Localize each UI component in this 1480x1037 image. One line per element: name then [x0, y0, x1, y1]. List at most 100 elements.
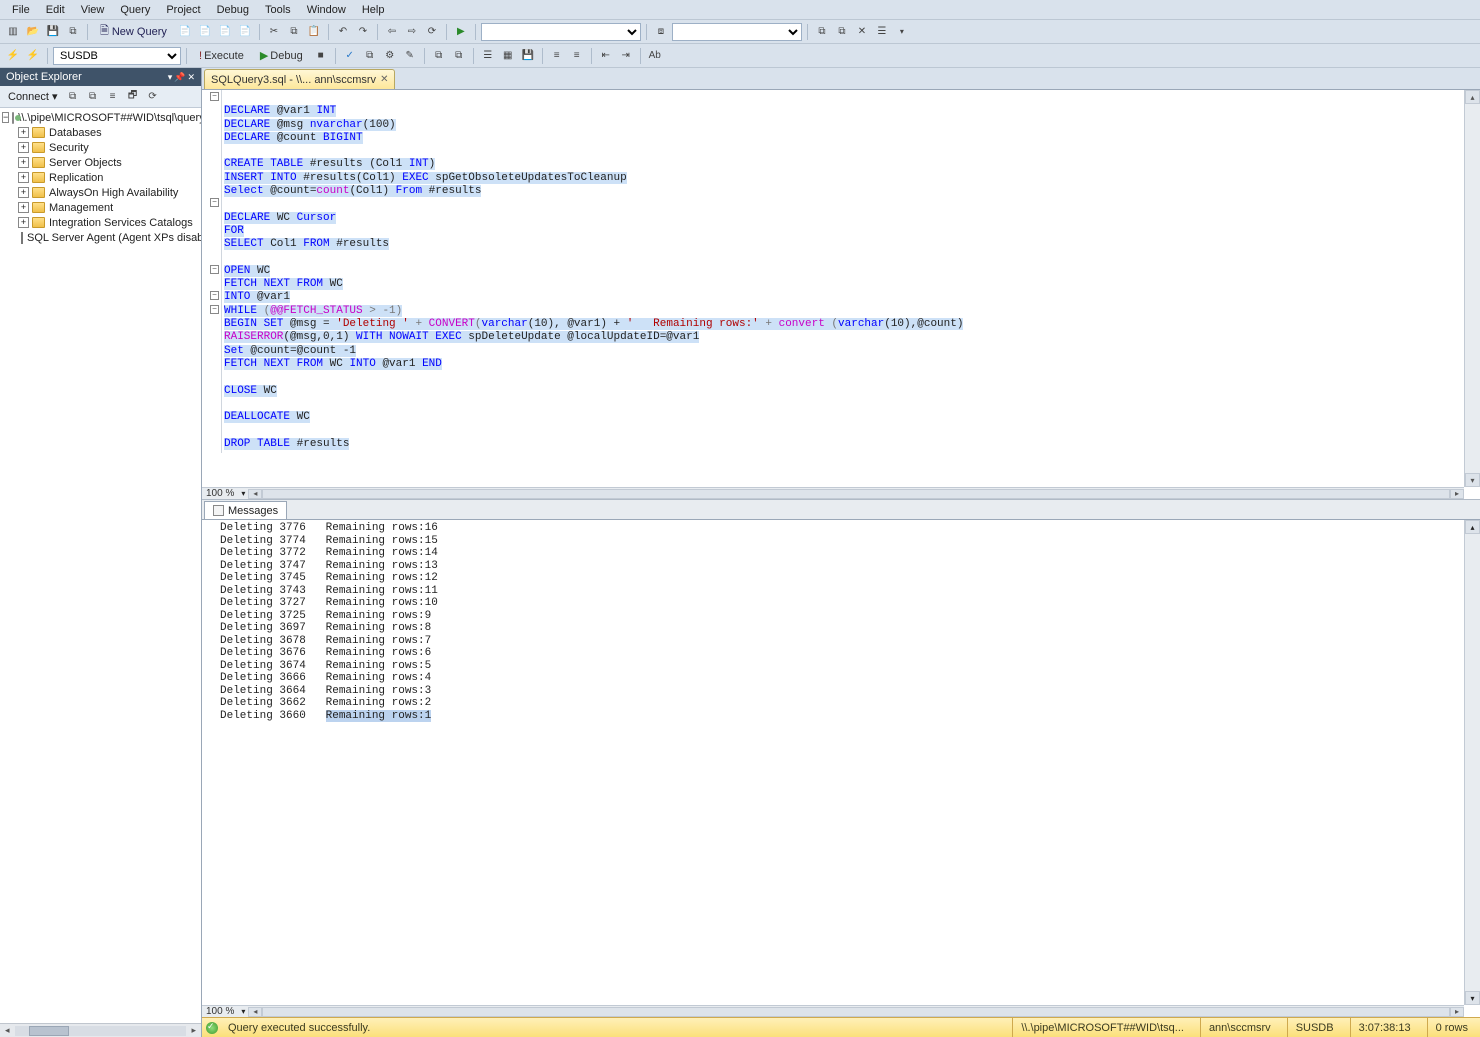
debug-button[interactable]: ▶ Debug [253, 47, 310, 65]
editor-vscrollbar[interactable]: ▴ ▾ [1464, 90, 1480, 487]
expand-icon[interactable]: + [18, 187, 29, 198]
menu-project[interactable]: Project [158, 2, 208, 18]
object-explorer-icon[interactable]: ⧉ [833, 23, 851, 41]
new-project-icon[interactable]: ▥ [4, 23, 22, 41]
filter-icon[interactable]: ≡ [104, 88, 122, 106]
open-icon[interactable]: 📂 [24, 23, 42, 41]
activity-monitor-icon[interactable]: ⧈ [652, 23, 670, 41]
toolbox-icon[interactable]: ▾ [893, 23, 911, 41]
menu-file[interactable]: File [4, 2, 38, 18]
registered-servers-icon[interactable]: ⧉ [813, 23, 831, 41]
comment-icon[interactable]: ≡ [548, 47, 566, 65]
parse-icon[interactable]: ✓ [341, 47, 359, 65]
tree-databases[interactable]: + Databases [0, 125, 201, 140]
expand-icon[interactable]: + [18, 127, 29, 138]
open-file2-icon[interactable]: 📄 [196, 23, 214, 41]
scroll-right-icon[interactable]: ▸ [1450, 489, 1464, 499]
increase-indent-icon[interactable]: ⇥ [617, 47, 635, 65]
menu-edit[interactable]: Edit [38, 2, 73, 18]
open-file3-icon[interactable]: 📄 [216, 23, 234, 41]
change-connection-icon[interactable]: ⚡ [24, 47, 42, 65]
fold-icon[interactable]: − [210, 198, 219, 207]
zoom-dropdown-icon[interactable]: ▾ [238, 1007, 248, 1016]
refresh-icon[interactable]: ⟳ [423, 23, 441, 41]
template-explorer-icon[interactable]: ✕ [853, 23, 871, 41]
results-text-icon[interactable]: ☰ [479, 47, 497, 65]
scroll-down-icon[interactable]: ▾ [1465, 991, 1480, 1005]
intellisense-icon[interactable]: ✎ [401, 47, 419, 65]
redo-icon[interactable]: ↷ [354, 23, 372, 41]
results-file-icon[interactable]: 💾 [519, 47, 537, 65]
tree-alwayson[interactable]: + AlwaysOn High Availability [0, 185, 201, 200]
stop-icon[interactable]: ⧉ [84, 88, 102, 106]
fold-icon[interactable]: − [210, 92, 219, 101]
fold-icon[interactable]: − [210, 291, 219, 300]
tree-management[interactable]: + Management [0, 200, 201, 215]
estimated-plan-icon[interactable]: ⧉ [361, 47, 379, 65]
uncomment-icon[interactable]: ≡ [568, 47, 586, 65]
menu-query[interactable]: Query [112, 2, 158, 18]
scroll-up-icon[interactable]: ▴ [1465, 520, 1480, 534]
cancel-query-icon[interactable]: ■ [312, 47, 330, 65]
solution-config-combo[interactable] [481, 23, 641, 41]
sql-editor[interactable]: − − − − − DECLARE @var1 INT DECLARE @msg… [202, 90, 1480, 500]
search-icon[interactable]: ⟳ [144, 88, 162, 106]
results-grid-icon[interactable]: ▦ [499, 47, 517, 65]
window-position-icon[interactable]: ▾ [168, 72, 173, 83]
start-icon[interactable]: ▶ [452, 23, 470, 41]
zoom-level[interactable]: 100 % [202, 488, 238, 499]
zoom-level[interactable]: 100 % [202, 1006, 238, 1017]
disconnect-icon[interactable]: ⧉ [64, 88, 82, 106]
menu-window[interactable]: Window [299, 2, 354, 18]
scroll-left-icon[interactable]: ◂ [2, 1025, 13, 1036]
decrease-indent-icon[interactable]: ⇤ [597, 47, 615, 65]
tree-replication[interactable]: + Replication [0, 170, 201, 185]
menu-tools[interactable]: Tools [257, 2, 299, 18]
paste-icon[interactable]: 📋 [305, 23, 323, 41]
messages-hscrollbar[interactable]: 100 % ▾ ◂ ▸ [202, 1005, 1464, 1017]
connect-dropdown[interactable]: Connect ▾ [4, 90, 62, 103]
save-all-icon[interactable]: ⧉ [64, 23, 82, 41]
tab-sqlquery3[interactable]: SQLQuery3.sql - \\... ann\sccmsrv ✕ [204, 69, 395, 89]
scroll-right-icon[interactable]: ▸ [1450, 1007, 1464, 1017]
fold-icon[interactable]: − [210, 265, 219, 274]
expand-icon[interactable]: + [18, 217, 29, 228]
new-query-button[interactable]: 🗎 New Query [93, 23, 174, 41]
include-plan-icon[interactable]: ⧉ [430, 47, 448, 65]
tree-integration-services[interactable]: + Integration Services Catalogs [0, 215, 201, 230]
scroll-thumb[interactable] [29, 1026, 69, 1036]
tab-messages[interactable]: Messages [204, 501, 287, 519]
expand-icon[interactable]: + [18, 157, 29, 168]
copy-icon[interactable]: ⧉ [285, 23, 303, 41]
query-options-icon[interactable]: ⚙ [381, 47, 399, 65]
open-file-icon[interactable]: 📄 [176, 23, 194, 41]
object-explorer-tree[interactable]: − \\.\pipe\MICROSOFT##WID\tsql\query + D… [0, 108, 201, 1023]
scroll-right-icon[interactable]: ▸ [188, 1025, 199, 1036]
menu-view[interactable]: View [73, 2, 113, 18]
find-combo[interactable] [672, 23, 802, 41]
scroll-left-icon[interactable]: ◂ [248, 1007, 262, 1017]
expand-icon[interactable]: + [18, 202, 29, 213]
messages-pane[interactable]: Deleting 3776 Remaining rows:16 Deleting… [202, 520, 1480, 1017]
include-stats-icon[interactable]: ⧉ [450, 47, 468, 65]
fold-icon[interactable]: − [210, 305, 219, 314]
execute-button[interactable]: ! Execute [192, 47, 251, 65]
objexp-hscrollbar[interactable]: ◂ ▸ [0, 1023, 201, 1037]
close-tab-icon[interactable]: ✕ [380, 74, 388, 85]
tree-server-root[interactable]: − \\.\pipe\MICROSOFT##WID\tsql\query [0, 110, 201, 125]
messages-vscrollbar[interactable]: ▴ ▾ [1464, 520, 1480, 1005]
menu-help[interactable]: Help [354, 2, 393, 18]
autohide-icon[interactable]: 📌 [174, 72, 185, 83]
scroll-up-icon[interactable]: ▴ [1465, 90, 1480, 104]
nav-back-icon[interactable]: ⇦ [383, 23, 401, 41]
close-icon[interactable]: ✕ [187, 72, 195, 83]
specify-values-icon[interactable]: Ab [646, 47, 664, 65]
zoom-dropdown-icon[interactable]: ▾ [238, 489, 248, 498]
expand-icon[interactable]: + [18, 142, 29, 153]
refresh-tree-icon[interactable]: 🗗 [124, 88, 142, 106]
undo-icon[interactable]: ↶ [334, 23, 352, 41]
collapse-icon[interactable]: − [2, 112, 9, 123]
cut-icon[interactable]: ✂ [265, 23, 283, 41]
editor-hscrollbar[interactable]: 100 % ▾ ◂ ▸ [202, 487, 1464, 499]
tree-sql-agent[interactable]: SQL Server Agent (Agent XPs disabl [0, 230, 201, 245]
